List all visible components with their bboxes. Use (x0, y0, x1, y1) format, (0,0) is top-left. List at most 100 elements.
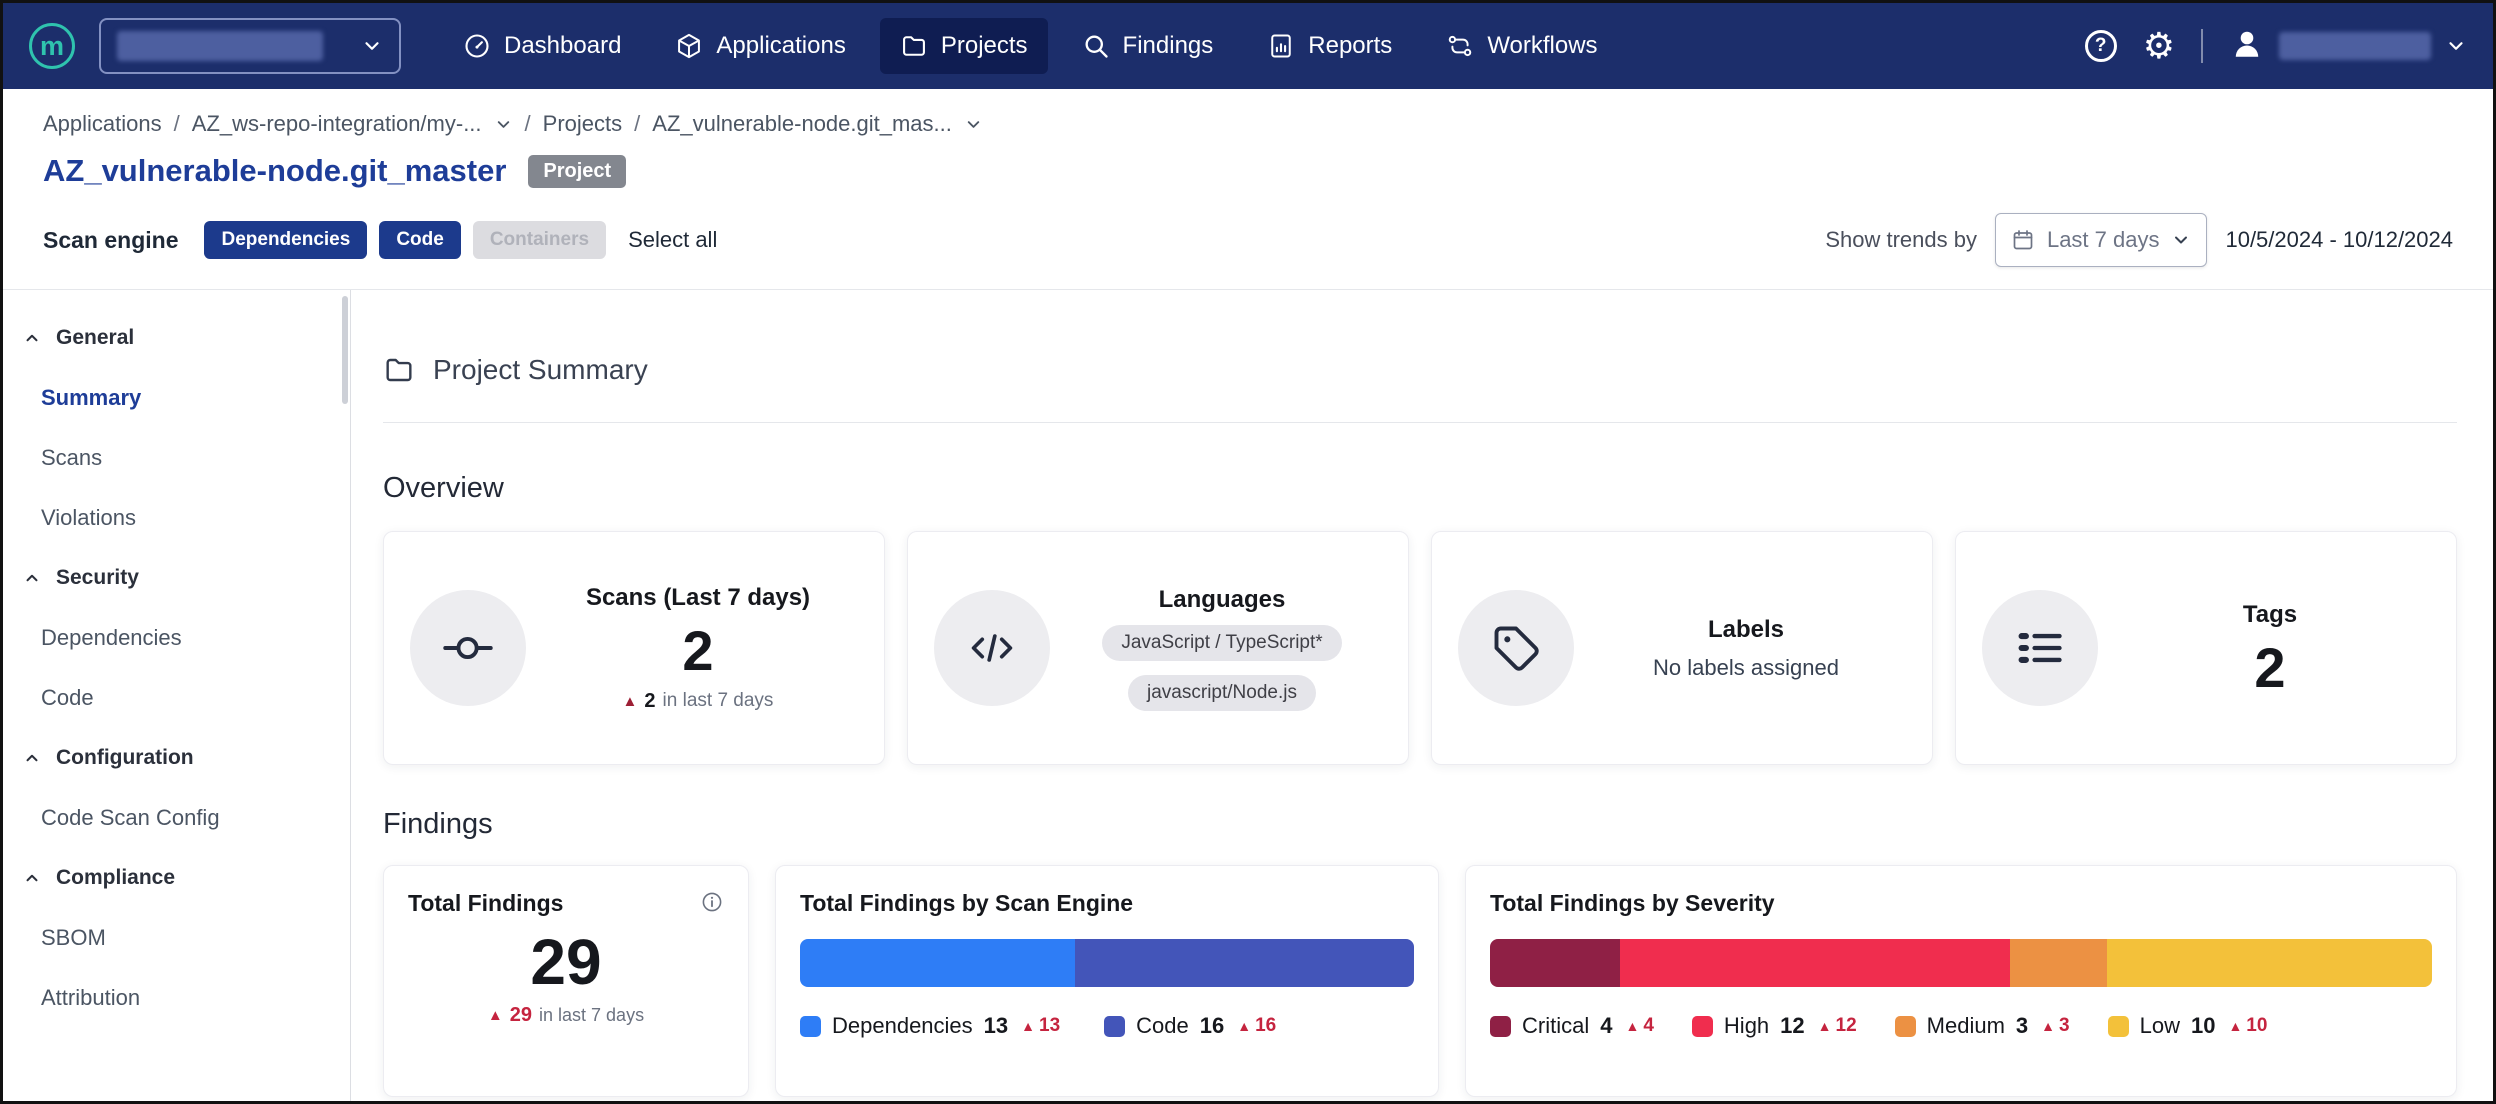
sidebar-item-summary[interactable]: Summary (3, 368, 350, 428)
legend-item-code: Code 16 ▲16 (1104, 1013, 1276, 1039)
bar-segment-medium (2010, 939, 2107, 987)
severity-stacked-bar (1490, 939, 2432, 987)
nav-label: Workflows (1487, 32, 1597, 60)
sidebar-item-code-scan-config[interactable]: Code Scan Config (3, 788, 350, 848)
logo-glyph: m (40, 31, 64, 62)
bar-segment-critical (1490, 939, 1620, 987)
scans-trend: ▲ 2 in last 7 days (623, 690, 774, 713)
legend-swatch (1104, 1016, 1125, 1037)
sidebar-item-violations[interactable]: Violations (3, 488, 350, 548)
item-label: Code (41, 685, 94, 711)
legend-label: Dependencies (832, 1013, 973, 1039)
user-menu[interactable] (2229, 26, 2467, 67)
trend-up-icon: ▲ (1237, 1018, 1251, 1034)
page-body: General Summary Scans Violations Securit… (3, 290, 2493, 1101)
findings-by-engine-card: Total Findings by Scan Engine Dependenci… (775, 865, 1439, 1097)
divider (2201, 29, 2203, 63)
username-redacted (2279, 32, 2431, 60)
sidebar-item-scans[interactable]: Scans (3, 428, 350, 488)
sidebar-item-code[interactable]: Code (3, 668, 350, 728)
help-button[interactable]: ? (2085, 30, 2117, 62)
show-trends-by-label: Show trends by (1825, 227, 1977, 253)
trend-range-dropdown[interactable]: Last 7 days (1995, 213, 2208, 267)
scans-card-body: Scans (Last 7 days) 2 ▲ 2 in last 7 days (538, 584, 858, 713)
legend-value: 12 (1780, 1013, 1804, 1039)
sidebar-item-sbom[interactable]: SBOM (3, 908, 350, 968)
legend-trend: ▲10 (2228, 1015, 2267, 1037)
folder-icon (383, 354, 415, 386)
bar-segment-low (2107, 939, 2432, 987)
chevron-down-icon[interactable] (494, 115, 513, 134)
nav-item-dashboard[interactable]: Dashboard (443, 18, 641, 74)
nav-item-workflows[interactable]: Workflows (1426, 18, 1617, 74)
legend-delta-value: 12 (1836, 1015, 1857, 1037)
findings-by-severity-card: Total Findings by Severity Critical 4 ▲4… (1465, 865, 2457, 1097)
item-label: Code Scan Config (41, 805, 220, 831)
chevron-down-icon (2171, 230, 2191, 250)
breadcrumb-applications[interactable]: Applications (43, 111, 162, 137)
nav-item-projects[interactable]: Projects (880, 18, 1048, 74)
breadcrumb-separator: / (525, 111, 531, 137)
gauge-icon (463, 32, 491, 60)
nav-item-applications[interactable]: Applications (655, 18, 865, 74)
scan-engine-label: Scan engine (43, 227, 178, 254)
legend-swatch (2108, 1016, 2129, 1037)
info-icon[interactable] (700, 890, 724, 919)
legend-delta-value: 3 (2059, 1015, 2070, 1037)
list-icon (1982, 590, 2098, 706)
gear-icon: ⚙ (2143, 25, 2175, 66)
nav-item-reports[interactable]: Reports (1247, 18, 1412, 74)
report-icon (1267, 32, 1295, 60)
findings-cards: Total Findings 29 ▲ 29 in last 7 days To… (383, 865, 2457, 1097)
sidebar-scrollbar[interactable] (342, 296, 348, 404)
legend-value: 13 (984, 1013, 1008, 1039)
page-title: AZ_vulnerable-node.git_master (43, 153, 506, 189)
total-findings-card: Total Findings 29 ▲ 29 in last 7 days (383, 865, 749, 1097)
total-findings-trend: ▲ 29 in last 7 days (408, 1004, 724, 1027)
sidebar-section-compliance[interactable]: Compliance (3, 848, 350, 908)
chevron-up-icon (23, 749, 41, 767)
sidebar-section-general[interactable]: General (3, 308, 350, 368)
filter-row: Scan engine Dependencies Code Containers… (3, 189, 2493, 290)
item-label: Summary (41, 385, 141, 411)
mend-logo[interactable]: m (29, 23, 75, 69)
help-icon: ? (2095, 35, 2107, 57)
card-title: Tags (2243, 601, 2297, 629)
sidebar-section-configuration[interactable]: Configuration (3, 728, 350, 788)
legend-swatch (1895, 1016, 1916, 1037)
languages-card: Languages JavaScript / TypeScript* javas… (907, 531, 1409, 765)
legend-label: Medium (1927, 1013, 2005, 1039)
overview-heading: Overview (383, 471, 2457, 505)
trend-up-icon: ▲ (1625, 1018, 1639, 1034)
nav-item-findings[interactable]: Findings (1062, 18, 1234, 74)
cube-icon (675, 32, 703, 60)
workspace-selector[interactable] (99, 18, 401, 74)
legend-swatch (1490, 1016, 1511, 1037)
card-title: Total Findings by Severity (1490, 890, 1775, 916)
sidebar-section-security[interactable]: Security (3, 548, 350, 608)
engine-pill-dependencies[interactable]: Dependencies (204, 221, 367, 259)
chevron-down-icon[interactable] (964, 115, 983, 134)
engine-pill-code[interactable]: Code (379, 221, 461, 259)
breadcrumb-separator: / (634, 111, 640, 137)
labels-empty-text: No labels assigned (1653, 655, 1839, 681)
divider (383, 422, 2457, 423)
labels-card: Labels No labels assigned (1431, 531, 1933, 765)
breadcrumb-application-name[interactable]: AZ_ws-repo-integration/my-... (192, 111, 482, 137)
nav-label: Findings (1123, 32, 1214, 60)
trends-controls: Show trends by Last 7 days 10/5/2024 - 1… (1825, 213, 2453, 267)
top-nav-right: ? ⚙ (2085, 26, 2467, 67)
nav-label: Applications (716, 32, 845, 60)
legend-trend: ▲16 (1237, 1015, 1276, 1037)
legend-value: 10 (2191, 1013, 2215, 1039)
breadcrumb-project-name[interactable]: AZ_vulnerable-node.git_mas... (652, 111, 952, 137)
breadcrumb-projects[interactable]: Projects (543, 111, 622, 137)
card-title: Total Findings by Scan Engine (800, 890, 1133, 916)
tags-card-body: Tags 2 (2110, 601, 2430, 696)
select-all-link[interactable]: Select all (628, 227, 717, 253)
sidebar-item-attribution[interactable]: Attribution (3, 968, 350, 1028)
app-window: m Dashboard Applications Projects Findin… (0, 0, 2496, 1104)
settings-button[interactable]: ⚙ (2143, 28, 2175, 64)
sidebar-item-dependencies[interactable]: Dependencies (3, 608, 350, 668)
trend-up-icon: ▲ (2041, 1018, 2055, 1034)
